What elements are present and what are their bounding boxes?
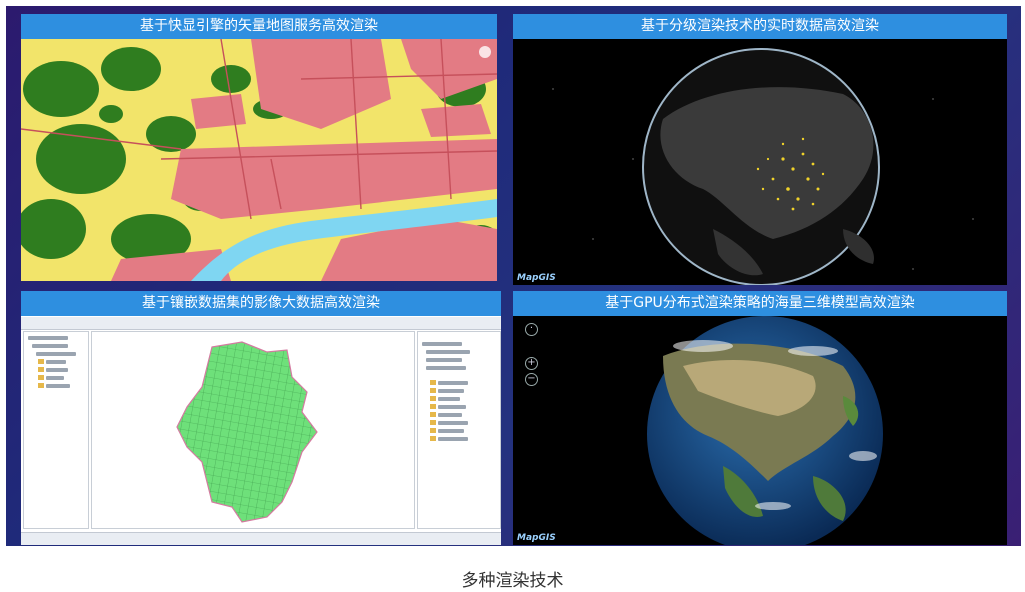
mapgis-logo: MapGIS bbox=[517, 273, 556, 283]
model3d-panel: 基于GPU分布式渲染策略的海量三维模型高效渲染 · + − MapGIS bbox=[513, 291, 1007, 545]
map-view[interactable] bbox=[91, 331, 415, 529]
folder-icon bbox=[430, 428, 436, 433]
screenshot-frame: 基于快显引擎的矢量地图服务高效渲染 基于分级渲染技术的实时数据高效渲染 MapG… bbox=[6, 6, 1021, 546]
folder-icon bbox=[430, 404, 436, 409]
vector-map-title: 基于快显引擎的矢量地图服务高效渲染 bbox=[21, 14, 497, 39]
folder-icon bbox=[430, 396, 436, 401]
realtime-data-panel: 基于分级渲染技术的实时数据高效渲染 MapGIS bbox=[513, 14, 1007, 285]
folder-icon bbox=[430, 380, 436, 385]
folder-icon bbox=[38, 367, 44, 372]
model3d-title: 基于GPU分布式渲染策略的海量三维模型高效渲染 bbox=[513, 291, 1007, 316]
vector-map-panel: 基于快显引擎的矢量地图服务高效渲染 bbox=[21, 14, 497, 281]
earth-globe[interactable] bbox=[513, 316, 1007, 545]
catalog-panel[interactable] bbox=[417, 331, 501, 529]
folder-icon bbox=[430, 420, 436, 425]
figure-caption: 多种渲染技术 bbox=[461, 571, 564, 591]
layer-tree[interactable] bbox=[23, 331, 89, 529]
folder-icon bbox=[430, 412, 436, 417]
imagery-panel: 基于镶嵌数据集的影像大数据高效渲染 bbox=[21, 291, 501, 545]
compass-icon[interactable]: · bbox=[525, 323, 538, 336]
compass-icon[interactable] bbox=[479, 46, 491, 58]
folder-icon bbox=[430, 436, 436, 441]
realtime-data-title: 基于分级渲染技术的实时数据高效渲染 bbox=[513, 14, 1007, 39]
folder-icon bbox=[430, 388, 436, 393]
gis-menu-bar[interactable] bbox=[21, 317, 501, 330]
zoom-out-icon[interactable]: − bbox=[525, 373, 538, 386]
zoom-in-icon[interactable]: + bbox=[525, 357, 538, 370]
vector-map[interactable] bbox=[21, 39, 497, 281]
imagery-title: 基于镶嵌数据集的影像大数据高效渲染 bbox=[21, 291, 501, 316]
folder-icon bbox=[38, 383, 44, 388]
status-bar bbox=[21, 532, 501, 545]
folder-icon bbox=[38, 359, 44, 364]
realtime-globe[interactable] bbox=[513, 39, 1007, 285]
mapgis-logo: MapGIS bbox=[517, 533, 556, 543]
folder-icon bbox=[38, 375, 44, 380]
